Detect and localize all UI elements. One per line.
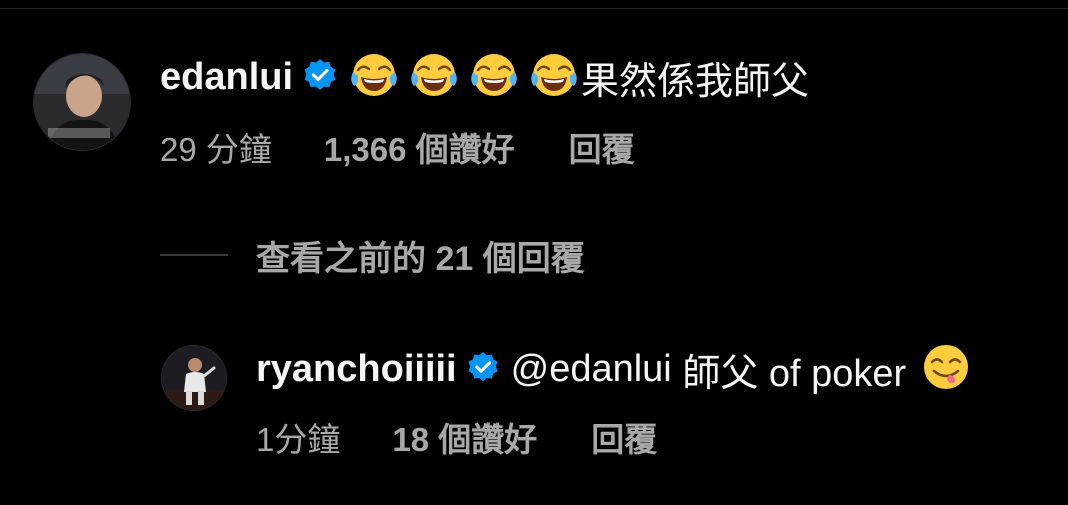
verified-badge-icon [303, 58, 337, 97]
comment-time: 1分鐘 [256, 421, 341, 458]
username[interactable]: edanlui [160, 56, 293, 99]
like-count[interactable]: 1,366 個讚好 [324, 123, 515, 171]
comment-text: 果然係我師父 [581, 60, 810, 103]
verified-badge-icon [467, 351, 499, 388]
like-count[interactable]: 18 個讚好 [392, 413, 537, 461]
view-previous-replies-button[interactable]: 查看之前的 21 個回覆 [160, 232, 585, 278]
view-replies-label: 查看之前的 21 個回覆 [256, 239, 585, 278]
avatar[interactable] [162, 346, 226, 410]
reply-button[interactable]: 回覆 [591, 413, 657, 461]
reply-thread-line [160, 254, 228, 256]
face-with-tears-of-joy-icon [409, 50, 459, 105]
face-savoring-food-icon [921, 342, 971, 397]
face-with-tears-of-joy-icon [529, 50, 579, 105]
comment: edanlui 果然係我師父 29 分鐘 1,366 個讚好 回覆 [0, 0, 1068, 200]
reply-button[interactable]: 回覆 [569, 123, 635, 171]
reply-comment: ryanchoiiiii @edanlui 師父 of poker 1分鐘 18… [0, 320, 1068, 500]
mention-link[interactable]: @edanlui [511, 348, 672, 391]
face-with-tears-of-joy-icon [349, 50, 399, 105]
comment-time: 29 分鐘 [160, 131, 272, 168]
username[interactable]: ryanchoiiiii [256, 348, 457, 391]
face-with-tears-of-joy-icon [469, 50, 519, 105]
avatar[interactable] [34, 54, 130, 150]
comment-text: 師父 of poker [671, 352, 917, 395]
